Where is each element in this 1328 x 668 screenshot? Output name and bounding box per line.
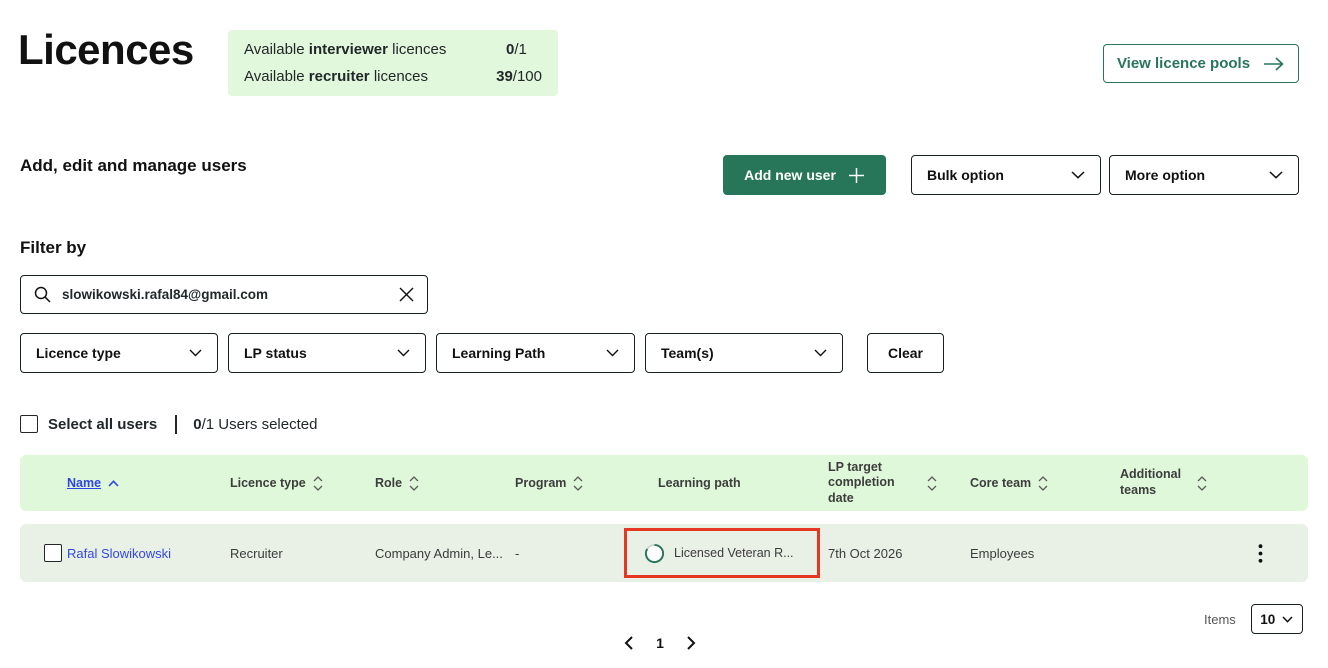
kebab-menu-icon[interactable]	[1258, 544, 1263, 563]
search-input[interactable]	[62, 287, 388, 302]
learning-path-filter-label: Learning Path	[452, 345, 545, 361]
add-new-user-label: Add new user	[744, 167, 836, 183]
row-checkbox[interactable]	[44, 544, 62, 562]
recruiter-licences-value: 39/100	[496, 68, 542, 85]
user-search-box	[20, 275, 428, 314]
licence-type-filter-label: Licence type	[36, 345, 121, 361]
column-header-core-team[interactable]: Core team	[970, 476, 1120, 491]
chevron-down-icon	[606, 349, 619, 357]
more-option-dropdown[interactable]: More option	[1109, 155, 1299, 195]
sort-asc-icon	[108, 480, 119, 487]
chevron-down-icon	[1269, 171, 1283, 179]
current-page-number[interactable]: 1	[656, 635, 664, 651]
interviewer-licences-row: Available interviewer licences 0/1	[244, 41, 542, 58]
view-licence-pools-button[interactable]: View licence pools	[1103, 44, 1299, 83]
bulk-option-label: Bulk option	[927, 167, 1004, 183]
column-header-lp-target-date[interactable]: LP target completion date	[828, 460, 970, 507]
arrow-right-icon	[1263, 57, 1285, 71]
interviewer-licences-label: Available interviewer licences	[244, 41, 506, 58]
selection-divider	[175, 415, 177, 434]
row-menu-cell	[1258, 544, 1308, 563]
sort-icon	[1197, 476, 1207, 491]
next-page-icon[interactable]	[687, 636, 696, 650]
teams-filter-dropdown[interactable]: Team(s)	[645, 333, 843, 373]
clear-filters-button[interactable]: Clear	[867, 333, 944, 373]
select-all-label: Select all users	[48, 416, 157, 433]
column-header-licence-type[interactable]: Licence type	[230, 476, 375, 491]
selection-bar: Select all users 0/1 Users selected	[20, 413, 317, 435]
view-licence-pools-label: View licence pools	[1117, 55, 1250, 72]
page-size-dropdown[interactable]: 10	[1251, 604, 1303, 634]
row-lp-target-date-cell: 7th Oct 2026	[828, 546, 970, 561]
sort-icon	[409, 476, 419, 491]
items-per-page-bar: Items 10	[1204, 604, 1303, 634]
sort-icon	[1038, 476, 1048, 491]
column-header-role[interactable]: Role	[375, 476, 515, 491]
interviewer-licences-value: 0/1	[506, 41, 527, 58]
annotation-highlight-box: Licensed Veteran R...	[624, 528, 820, 578]
row-licence-type-cell: Recruiter	[230, 546, 375, 561]
chevron-down-icon	[189, 349, 202, 357]
clear-search-icon[interactable]	[399, 287, 414, 302]
sort-icon	[573, 476, 583, 491]
chevron-down-icon	[1071, 171, 1085, 179]
learning-path-filter-dropdown[interactable]: Learning Path	[436, 333, 635, 373]
sort-icon	[313, 476, 323, 491]
row-core-team-cell: Employees	[970, 546, 1120, 561]
column-header-program[interactable]: Program	[515, 476, 658, 491]
users-selected-count: 0/1 Users selected	[193, 416, 317, 433]
row-role-cell: Company Admin, Le...	[375, 546, 515, 561]
search-icon	[34, 286, 51, 303]
page-title: Licences	[18, 26, 194, 74]
manage-users-heading: Add, edit and manage users	[20, 156, 247, 176]
column-header-additional-teams[interactable]: Additional teams	[1120, 467, 1258, 498]
page-size-value: 10	[1260, 612, 1275, 627]
row-checkbox-cell	[20, 544, 67, 562]
users-table-header: Name Licence type Role Program Learning …	[20, 455, 1308, 511]
select-all-checkbox[interactable]	[20, 415, 38, 433]
pagination: 1	[624, 631, 696, 655]
recruiter-licences-row: Available recruiter licences 39/100	[244, 68, 542, 85]
table-row: Rafal Slowikowski Recruiter Company Admi…	[20, 524, 1308, 582]
teams-filter-label: Team(s)	[661, 345, 714, 361]
filter-by-heading: Filter by	[20, 238, 86, 258]
column-header-learning-path: Learning path	[658, 476, 828, 490]
row-name-cell: Rafal Slowikowski	[67, 546, 230, 561]
more-option-label: More option	[1125, 167, 1205, 183]
lp-status-filter-label: LP status	[244, 345, 307, 361]
chevron-down-icon	[1282, 616, 1293, 623]
items-label: Items	[1204, 612, 1236, 627]
sort-icon	[927, 476, 937, 491]
column-header-name[interactable]: Name	[67, 476, 230, 490]
add-new-user-button[interactable]: Add new user	[723, 155, 886, 195]
licences-page: Licences Available interviewer licences …	[0, 0, 1328, 668]
chevron-down-icon	[397, 349, 410, 357]
recruiter-licences-label: Available recruiter licences	[244, 68, 496, 85]
learning-path-value: Licensed Veteran R...	[674, 546, 794, 560]
plus-icon	[848, 167, 865, 184]
bulk-option-dropdown[interactable]: Bulk option	[911, 155, 1101, 195]
user-name-link[interactable]: Rafal Slowikowski	[67, 546, 171, 561]
chevron-down-icon	[814, 349, 827, 357]
previous-page-icon[interactable]	[624, 636, 633, 650]
licence-type-filter-dropdown[interactable]: Licence type	[20, 333, 218, 373]
licence-summary-panel: Available interviewer licences 0/1 Avail…	[228, 30, 558, 96]
lp-status-filter-dropdown[interactable]: LP status	[228, 333, 426, 373]
loading-spinner-icon	[644, 543, 665, 564]
